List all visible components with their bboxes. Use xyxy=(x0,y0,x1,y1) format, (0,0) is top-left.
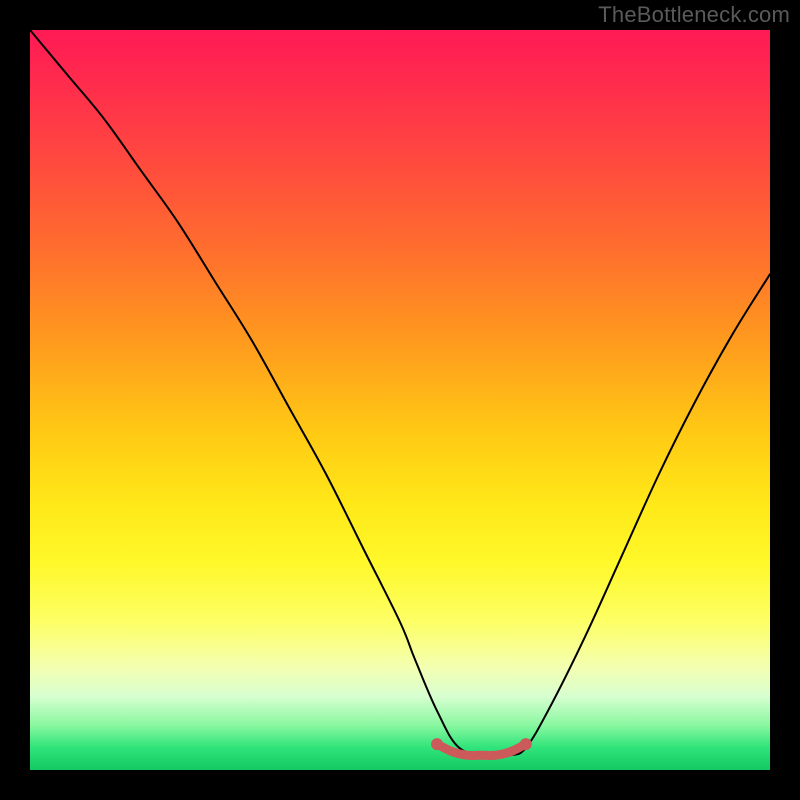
chart-frame: TheBottleneck.com xyxy=(0,0,800,800)
watermark-text: TheBottleneck.com xyxy=(598,2,790,28)
flat-bottom-left-dot xyxy=(431,738,443,750)
chart-plot-area xyxy=(30,30,770,770)
flat-bottom-right-dot xyxy=(520,738,532,750)
flat-bottom-segment-line xyxy=(437,744,526,755)
chart-svg xyxy=(30,30,770,770)
bottleneck-curve-line xyxy=(30,30,770,756)
